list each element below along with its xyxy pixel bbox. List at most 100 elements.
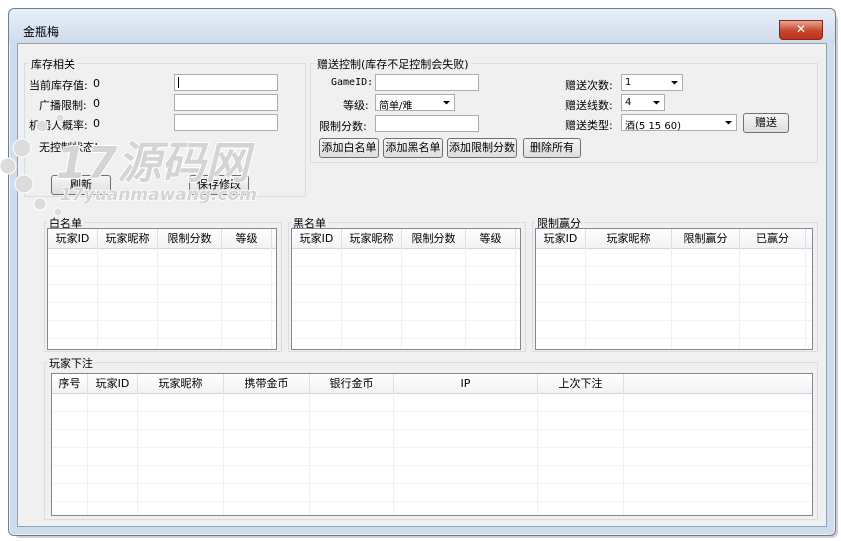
player-bets-table[interactable]: 序号 玩家ID 玩家昵称 携带金币 银行金币 IP 上次下注 — [51, 373, 813, 516]
add-limit-score-button[interactable]: 添加限制分数 — [447, 138, 517, 158]
grid-line — [515, 248, 516, 349]
row-line — [48, 266, 276, 267]
chevron-down-icon — [671, 81, 678, 85]
col-serial[interactable]: 序号 — [52, 374, 88, 393]
current-inventory-label: 当前库存值: — [29, 79, 88, 92]
gift-control-legend: 赠送控制(库存不足控制会失败) — [315, 56, 471, 72]
gift-type-value: 酒(5 15 60) — [625, 121, 681, 132]
grid-line — [221, 248, 222, 349]
col-player-id[interactable]: 玩家ID — [88, 374, 138, 393]
grid-line — [401, 248, 402, 349]
chevron-down-icon — [653, 101, 660, 105]
col-player-nickname[interactable]: 玩家昵称 — [342, 229, 402, 248]
blacklist-group: 黑名单 玩家ID 玩家昵称 限制分数 等级 — [288, 215, 526, 352]
row-line — [52, 501, 812, 502]
blacklist-header: 玩家ID 玩家昵称 限制分数 等级 — [292, 229, 520, 249]
inventory-legend: 库存相关 — [29, 56, 77, 72]
level-select[interactable]: 简单/难 — [375, 94, 455, 112]
col-player-id[interactable]: 玩家ID — [292, 229, 342, 248]
col-last-bet[interactable]: 上次下注 — [538, 374, 624, 393]
col-limit-score[interactable]: 限制分数 — [158, 229, 222, 248]
col-player-nickname[interactable]: 玩家昵称 — [138, 374, 224, 393]
watermark-emblem — [0, 113, 65, 217]
player-bets-header: 序号 玩家ID 玩家昵称 携带金币 银行金币 IP 上次下注 — [52, 374, 812, 394]
blacklist-table[interactable]: 玩家ID 玩家昵称 限制分数 等级 — [291, 228, 521, 350]
gameid-input[interactable] — [375, 74, 479, 91]
current-inventory-input[interactable] — [174, 74, 278, 91]
row-line — [48, 320, 276, 321]
row-line — [292, 266, 520, 267]
row-line — [536, 338, 812, 339]
row-line — [48, 338, 276, 339]
title-bar[interactable]: 金瓶梅 ✕ — [9, 9, 835, 43]
text-caret — [178, 77, 179, 88]
row-line — [52, 465, 812, 466]
row-line — [536, 302, 812, 303]
grid-line — [341, 248, 342, 349]
row-line — [52, 411, 812, 412]
grid-line — [271, 248, 272, 349]
col-ip[interactable]: IP — [394, 374, 538, 393]
col-player-id[interactable]: 玩家ID — [48, 229, 98, 248]
gift-lines-label: 赠送线数: — [565, 99, 613, 112]
player-bets-legend: 玩家下注 — [47, 355, 95, 371]
col-limit-win[interactable]: 限制赢分 — [672, 229, 740, 248]
level-select-value: 简单/难 — [379, 101, 413, 112]
level-label: 等级: — [343, 99, 369, 112]
whitelist-table[interactable]: 玩家ID 玩家昵称 限制分数 等级 — [47, 228, 277, 350]
limit-win-group: 限制赢分 玩家ID 玩家昵称 限制赢分 已赢分 — [532, 215, 818, 352]
row-line — [292, 302, 520, 303]
grid-line — [739, 248, 740, 349]
whitelist-group: 白名单 玩家ID 玩家昵称 限制分数 等级 — [44, 215, 282, 352]
grid-line — [465, 248, 466, 349]
row-line — [48, 302, 276, 303]
gift-lines-value: 4 — [625, 97, 632, 108]
current-inventory-value: 0 — [93, 77, 100, 90]
gift-control-group: 赠送控制(库存不足控制会失败) GameID: 等级: 简单/难 限制分数: 赠… — [310, 56, 818, 163]
send-gift-button[interactable]: 赠送 — [743, 113, 789, 133]
grid-line — [805, 248, 806, 349]
gift-count-label: 赠送次数: — [565, 79, 613, 92]
row-line — [52, 483, 812, 484]
col-limit-score[interactable]: 限制分数 — [402, 229, 466, 248]
col-player-id[interactable]: 玩家ID — [536, 229, 586, 248]
col-player-nickname[interactable]: 玩家昵称 — [586, 229, 672, 248]
row-line — [536, 320, 812, 321]
grid-line — [157, 248, 158, 349]
grid-line — [97, 248, 98, 349]
close-button[interactable]: ✕ — [779, 20, 823, 40]
col-won-score[interactable]: 已赢分 — [740, 229, 806, 248]
col-level[interactable]: 等级 — [466, 229, 516, 248]
whitelist-header: 玩家ID 玩家昵称 限制分数 等级 — [48, 229, 276, 249]
row-line — [48, 284, 276, 285]
app-window: 金瓶梅 ✕ 库存相关 当前库存值: 0 广播限制: 0 机器人概率: 0 无控制… — [8, 8, 836, 536]
gameid-label: GameID: — [331, 77, 374, 88]
row-line — [536, 284, 812, 285]
watermark-main-text: 17源码网 — [56, 138, 255, 189]
col-bank-gold[interactable]: 银行金币 — [310, 374, 394, 393]
row-line — [292, 284, 520, 285]
row-line — [536, 266, 812, 267]
gift-type-label: 赠送类型: — [565, 119, 613, 132]
col-carried-gold[interactable]: 携带金币 — [224, 374, 310, 393]
row-line — [52, 447, 812, 448]
grid-line — [671, 248, 672, 349]
gift-type-select[interactable]: 酒(5 15 60) — [621, 114, 737, 132]
gift-count-select[interactable]: 1 — [621, 74, 683, 91]
site-watermark: 17源码网 17yuanmawang.com — [0, 113, 258, 217]
limit-win-table[interactable]: 玩家ID 玩家昵称 限制赢分 已赢分 — [535, 228, 813, 350]
row-line — [292, 338, 520, 339]
add-blacklist-button[interactable]: 添加黑名单 — [383, 138, 443, 158]
col-player-nickname[interactable]: 玩家昵称 — [98, 229, 158, 248]
delete-all-button[interactable]: 删除所有 — [523, 138, 581, 158]
limit-score-input[interactable] — [375, 115, 479, 132]
gift-lines-select[interactable]: 4 — [621, 94, 665, 111]
grid-line — [585, 248, 586, 349]
gift-count-value: 1 — [625, 77, 632, 88]
window-title: 金瓶梅 — [23, 25, 60, 39]
limit-score-label: 限制分数: — [319, 120, 367, 133]
limit-win-header: 玩家ID 玩家昵称 限制赢分 已赢分 — [536, 229, 812, 249]
col-level[interactable]: 等级 — [222, 229, 272, 248]
row-line — [292, 320, 520, 321]
add-whitelist-button[interactable]: 添加白名单 — [319, 138, 379, 158]
